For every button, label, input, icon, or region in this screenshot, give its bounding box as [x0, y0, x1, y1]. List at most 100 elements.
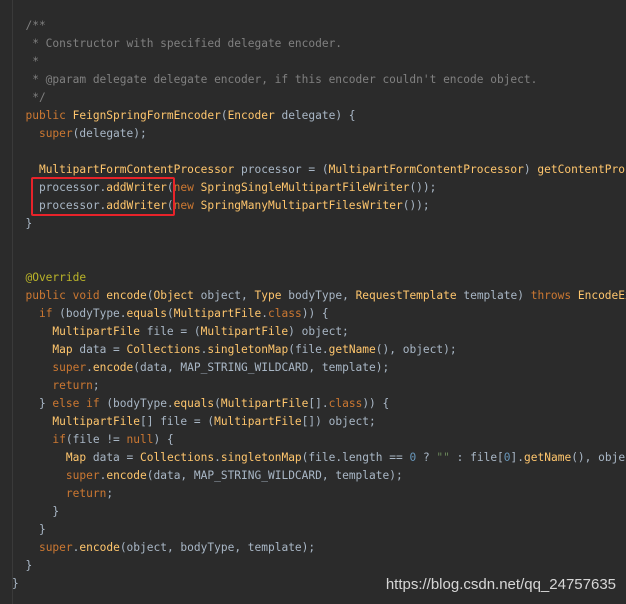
code-line[interactable]: */	[12, 89, 626, 107]
code-token: super	[65, 469, 100, 482]
code-token: .	[86, 361, 93, 374]
code-line[interactable]: Map data = Collections.singletonMap(file…	[12, 449, 626, 467]
code-token: equals	[126, 307, 167, 320]
code-token: encode	[92, 361, 134, 374]
code-line[interactable]: MultipartFormContentProcessor processor …	[12, 161, 626, 179]
code-token: public void	[12, 289, 107, 302]
code-token: (), object);	[571, 451, 626, 464]
code-token: super	[38, 127, 73, 140]
code-token: MultipartFile	[52, 415, 140, 428]
code-token: addWriter	[106, 199, 167, 212]
code-token: .	[261, 307, 269, 320]
code-line[interactable]: }	[12, 215, 626, 233]
code-line[interactable]: @Override	[12, 269, 626, 287]
code-token: singletonMap	[220, 451, 302, 464]
code-token: : file[	[449, 451, 504, 464]
code-line[interactable]: * @param delegate delegate encoder, if t…	[12, 71, 626, 89]
code-token: (bodyType.	[52, 307, 127, 320]
code-line[interactable]: MultipartFile[] file = (MultipartFile[])…	[12, 413, 626, 431]
code-token: (object, bodyType, template);	[119, 541, 316, 554]
code-token: (	[166, 199, 174, 212]
code-line[interactable]: processor.addWriter(new SpringManyMultip…	[12, 197, 626, 215]
code-token: processor.	[12, 199, 107, 212]
code-token: }	[12, 523, 46, 536]
code-line[interactable]: if(file != null) {	[12, 431, 626, 449]
code-token: encode	[106, 289, 147, 302]
code-token: file = (	[139, 325, 201, 338]
code-token: Collections	[126, 343, 201, 356]
code-token: encode	[106, 469, 147, 482]
code-token: encode	[79, 541, 120, 554]
code-line[interactable]: public void encode(Object object, Type b…	[12, 287, 626, 305]
code-token: *	[12, 55, 39, 68]
code-token: object,	[193, 289, 255, 302]
code-line[interactable]: return;	[12, 485, 626, 503]
code-token: new	[173, 181, 201, 194]
code-token: class	[328, 397, 363, 410]
code-token: (	[166, 181, 174, 194]
code-token: (bodyType.	[99, 397, 174, 410]
code-token: processor.	[12, 181, 107, 194]
code-token: class	[268, 307, 302, 320]
code-token: ""	[436, 451, 450, 464]
code-token: }	[12, 217, 33, 230]
code-token: SpringManyMultipartFilesWriter	[200, 199, 403, 212]
code-token: */	[12, 91, 46, 104]
code-line[interactable]: super.encode(data, MAP_STRING_WILDCARD, …	[12, 359, 626, 377]
code-token: }	[12, 505, 60, 518]
code-token: ) object;	[288, 325, 349, 338]
code-line[interactable]: * Constructor with specified delegate en…	[12, 35, 626, 53]
code-token: ?	[416, 451, 437, 464]
code-token: []) object;	[301, 415, 376, 428]
code-token: [] file = (	[139, 415, 215, 428]
code-token: processor = (	[234, 163, 329, 176]
code-line[interactable]	[12, 251, 626, 269]
code-line[interactable]: processor.addWriter(new SpringSingleMult…	[12, 179, 626, 197]
code-token: @Override	[12, 271, 87, 284]
code-token: else if	[52, 397, 100, 410]
code-line[interactable]: /**	[12, 17, 626, 35]
code-line[interactable]: return;	[12, 377, 626, 395]
code-token: Map	[65, 451, 87, 464]
code-line[interactable]	[12, 143, 626, 161]
code-token: null	[126, 433, 154, 446]
code-line[interactable]: MultipartFile file = (MultipartFile) obj…	[12, 323, 626, 341]
code-line[interactable]: super(delegate);	[12, 125, 626, 143]
code-token: EncodeException {	[577, 289, 626, 302]
code-token: MultipartFormContentProcessor	[38, 163, 235, 176]
code-line[interactable]: public FeignSpringFormEncoder(Encoder de…	[12, 107, 626, 125]
code-token: (data, MAP_STRING_WILDCARD, template);	[133, 361, 390, 374]
code-line[interactable]: super.encode(data, MAP_STRING_WILDCARD, …	[12, 467, 626, 485]
code-block[interactable]: /** * Constructor with specified delegat…	[12, 17, 626, 593]
code-line[interactable]	[12, 233, 626, 251]
code-token: getContentProcessor(MULTIPART);	[537, 163, 626, 176]
code-token: MultipartFormContentProcessor	[328, 163, 524, 176]
code-token: 0	[503, 451, 511, 464]
code-token: data =	[72, 343, 127, 356]
code-token: MultipartFile	[200, 325, 289, 338]
code-token: (data, MAP_STRING_WILDCARD, template);	[146, 469, 403, 482]
code-token: return	[65, 487, 107, 500]
code-line[interactable]: } else if (bodyType.equals(MultipartFile…	[12, 395, 626, 413]
code-line[interactable]: *	[12, 53, 626, 71]
code-editor[interactable]: /** * Constructor with specified delegat…	[0, 0, 626, 604]
code-line[interactable]: }	[12, 557, 626, 575]
code-line[interactable]: super.encode(object, bodyType, template)…	[12, 539, 626, 557]
code-token: ) {	[153, 433, 174, 446]
code-token: return	[52, 379, 93, 392]
code-token: ;	[92, 379, 100, 392]
code-line[interactable]: }	[12, 521, 626, 539]
code-line[interactable]: Map data = Collections.singletonMap(file…	[12, 341, 626, 359]
code-line[interactable]: }	[12, 503, 626, 521]
code-line[interactable]: if (bodyType.equals(MultipartFile.class)…	[12, 305, 626, 323]
code-token: MultipartFile	[220, 397, 309, 410]
code-token: }	[12, 559, 33, 572]
